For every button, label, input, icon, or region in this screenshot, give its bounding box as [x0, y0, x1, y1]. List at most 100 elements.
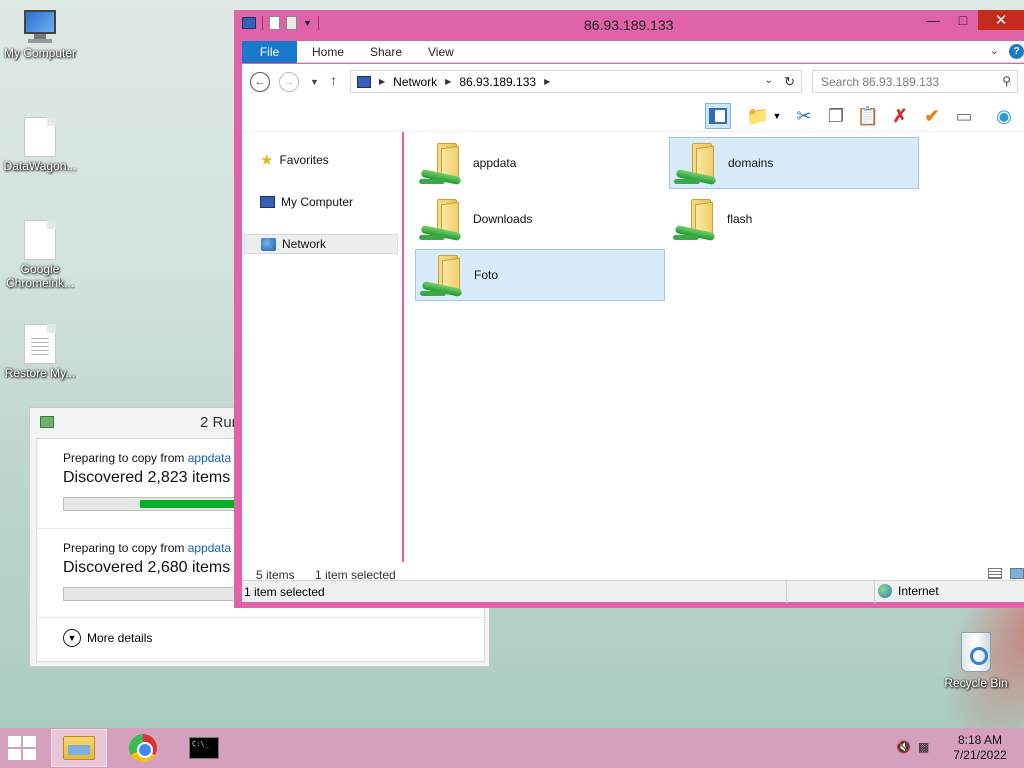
file-list: appdata domains Downloads flash Foto — [404, 132, 1024, 562]
close-button[interactable]: ✕ — [978, 10, 1024, 30]
customize-dropdown-icon[interactable]: ▼ — [303, 18, 312, 28]
breadcrumb-host[interactable]: 86.93.189.133 — [459, 75, 536, 89]
desktop-icon-label: My Computer — [3, 46, 77, 60]
taskbar-command-prompt[interactable]: C:\_ — [176, 729, 232, 767]
tab-home[interactable]: Home — [312, 41, 344, 63]
tab-view[interactable]: View — [428, 41, 454, 63]
folder-item-appdata[interactable]: appdata — [415, 137, 665, 189]
folder-name: domains — [728, 156, 774, 170]
back-button[interactable]: ← — [250, 72, 270, 92]
tab-share[interactable]: Share — [370, 41, 402, 63]
clock-date: 7/21/2022 — [953, 748, 1007, 762]
properties-icon[interactable] — [269, 16, 280, 30]
taskbar-chrome[interactable] — [115, 729, 171, 767]
taskbar: C:\_ 🔇 ▩ 8:18 AM 7/21/2022 — [0, 728, 1024, 768]
computer-icon — [260, 196, 275, 208]
title-bar[interactable]: ▼ 86.93.189.133 — □ ✕ — [234, 10, 1024, 40]
search-input[interactable]: Search 86.93.189.133 ⚲ — [812, 70, 1018, 93]
folder-options-icon[interactable]: 📁 — [745, 103, 771, 129]
network-folder-icon — [674, 141, 718, 186]
status-bar: 1 item selected Internet — [242, 580, 1024, 603]
copy-status-text: Preparing to copy from — [63, 451, 188, 465]
dropdown-icon[interactable]: ▼ — [770, 103, 784, 129]
rename-icon[interactable]: ▭ — [951, 103, 977, 129]
globe-icon[interactable]: ◉ — [991, 103, 1017, 129]
navigation-bar: ← → ▼ ↑ ▶ Network ▶ 86.93.189.133 ▶ ⌄ ↻ … — [242, 64, 1024, 100]
desktop-icon-google-chrome-lnk[interactable]: Google Chromelnk... — [0, 220, 80, 290]
desktop-icon-recycle-bin[interactable]: Recycle Bin — [936, 632, 1016, 690]
computer-icon — [20, 10, 60, 44]
copy-status-text: Preparing to copy from — [63, 541, 188, 555]
discovered-count: Discovered 2,823 items ( — [63, 469, 240, 486]
network-folder-icon — [419, 141, 463, 186]
folder-item-domains[interactable]: domains — [669, 137, 919, 189]
command-toolbar: 📁 ▼ ✂ ❐ 📋 ✗ ✔ ▭ ◉ — [242, 100, 1024, 132]
copy-source-link[interactable]: appdata — [188, 451, 231, 465]
copy-icon — [40, 416, 54, 428]
network-folder-icon — [419, 197, 463, 242]
desktop-icon-datawagon[interactable]: DataWagon... — [0, 117, 80, 173]
folder-item-flash[interactable]: flash — [669, 193, 919, 245]
pane-icon — [709, 108, 727, 124]
quick-access-toolbar: ▼ — [242, 16, 319, 30]
copy-source-link[interactable]: appdata — [188, 541, 231, 555]
refresh-icon[interactable]: ↻ — [784, 74, 795, 90]
breadcrumb-network[interactable]: Network — [393, 75, 437, 89]
network-status-icon[interactable]: ▩ — [918, 740, 932, 754]
expand-ribbon-icon[interactable]: ⌄ — [990, 44, 999, 59]
chevron-right-icon[interactable]: ▶ — [544, 77, 550, 86]
delete-icon[interactable]: ✗ — [887, 103, 913, 129]
clock[interactable]: 8:18 AM 7/21/2022 — [950, 733, 1010, 763]
taskbar-file-explorer[interactable] — [51, 729, 107, 767]
discovered-count: Discovered 2,680 items ( — [63, 559, 240, 576]
desktop-icon-my-computer[interactable]: My Computer — [0, 10, 80, 60]
details-view-icon[interactable] — [988, 568, 1002, 579]
forward-button[interactable]: → — [279, 72, 299, 92]
folder-item-downloads[interactable]: Downloads — [415, 193, 665, 245]
window-title: 86.93.189.133 — [584, 17, 674, 33]
globe-icon — [878, 584, 892, 598]
nav-item-label: Network — [282, 237, 327, 251]
search-icon[interactable]: ⚲ — [1002, 74, 1011, 88]
new-folder-icon[interactable] — [286, 16, 297, 30]
zone-label: Internet — [898, 584, 939, 598]
desktop-icon-restore[interactable]: Restore My... — [0, 324, 80, 380]
chevron-right-icon[interactable]: ▶ — [445, 77, 451, 86]
recycle-bin-icon — [961, 632, 991, 672]
document-icon — [24, 220, 56, 260]
copy-icon[interactable]: ❐ — [823, 103, 849, 129]
preview-pane-button[interactable] — [705, 103, 731, 129]
paste-icon[interactable]: 📋 — [855, 103, 881, 129]
minimize-button[interactable]: — — [918, 10, 948, 30]
copy-operation-2: Preparing to copy from appdata Discovere… — [63, 541, 240, 577]
desktop-icon-label: Google Chromelnk... — [5, 262, 75, 290]
security-zone: Internet — [878, 584, 939, 598]
desktop-icon-label: Restore My... — [4, 366, 76, 380]
search-placeholder: Search 86.93.189.133 — [821, 74, 940, 89]
network-folder-icon — [420, 253, 464, 298]
maximize-button[interactable]: □ — [948, 10, 978, 30]
computer-icon — [242, 17, 256, 29]
recent-locations-icon[interactable]: ▼ — [310, 77, 319, 87]
nav-item-favorites[interactable]: ★ Favorites — [244, 150, 398, 170]
nav-item-network[interactable]: Network — [244, 234, 398, 254]
address-dropdown-icon[interactable]: ⌄ — [765, 75, 773, 86]
help-icon[interactable]: ? — [1009, 44, 1024, 59]
star-icon: ★ — [260, 152, 274, 169]
cut-icon[interactable]: ✂ — [791, 103, 817, 129]
folder-item-foto[interactable]: Foto — [415, 249, 665, 301]
large-icons-view-icon[interactable] — [1010, 568, 1024, 579]
chevron-right-icon[interactable]: ▶ — [379, 77, 385, 86]
explorer-window: ▼ 86.93.189.133 — □ ✕ File Home Share Vi… — [234, 10, 1024, 608]
volume-muted-icon[interactable]: 🔇 — [896, 740, 911, 754]
tab-file[interactable]: File — [242, 41, 297, 63]
more-details-toggle[interactable]: ▼ More details — [63, 629, 152, 647]
file-explorer-icon — [63, 736, 95, 760]
start-button[interactable] — [8, 736, 38, 762]
up-button[interactable]: ↑ — [330, 72, 337, 88]
check-icon[interactable]: ✔ — [919, 103, 945, 129]
navigation-pane: ★ Favorites My Computer Network — [242, 132, 402, 562]
copy-operation-1: Preparing to copy from appdata Discovere… — [63, 451, 240, 487]
nav-item-my-computer[interactable]: My Computer — [244, 192, 398, 212]
address-bar[interactable]: ▶ Network ▶ 86.93.189.133 ▶ ⌄ ↻ — [350, 70, 802, 93]
